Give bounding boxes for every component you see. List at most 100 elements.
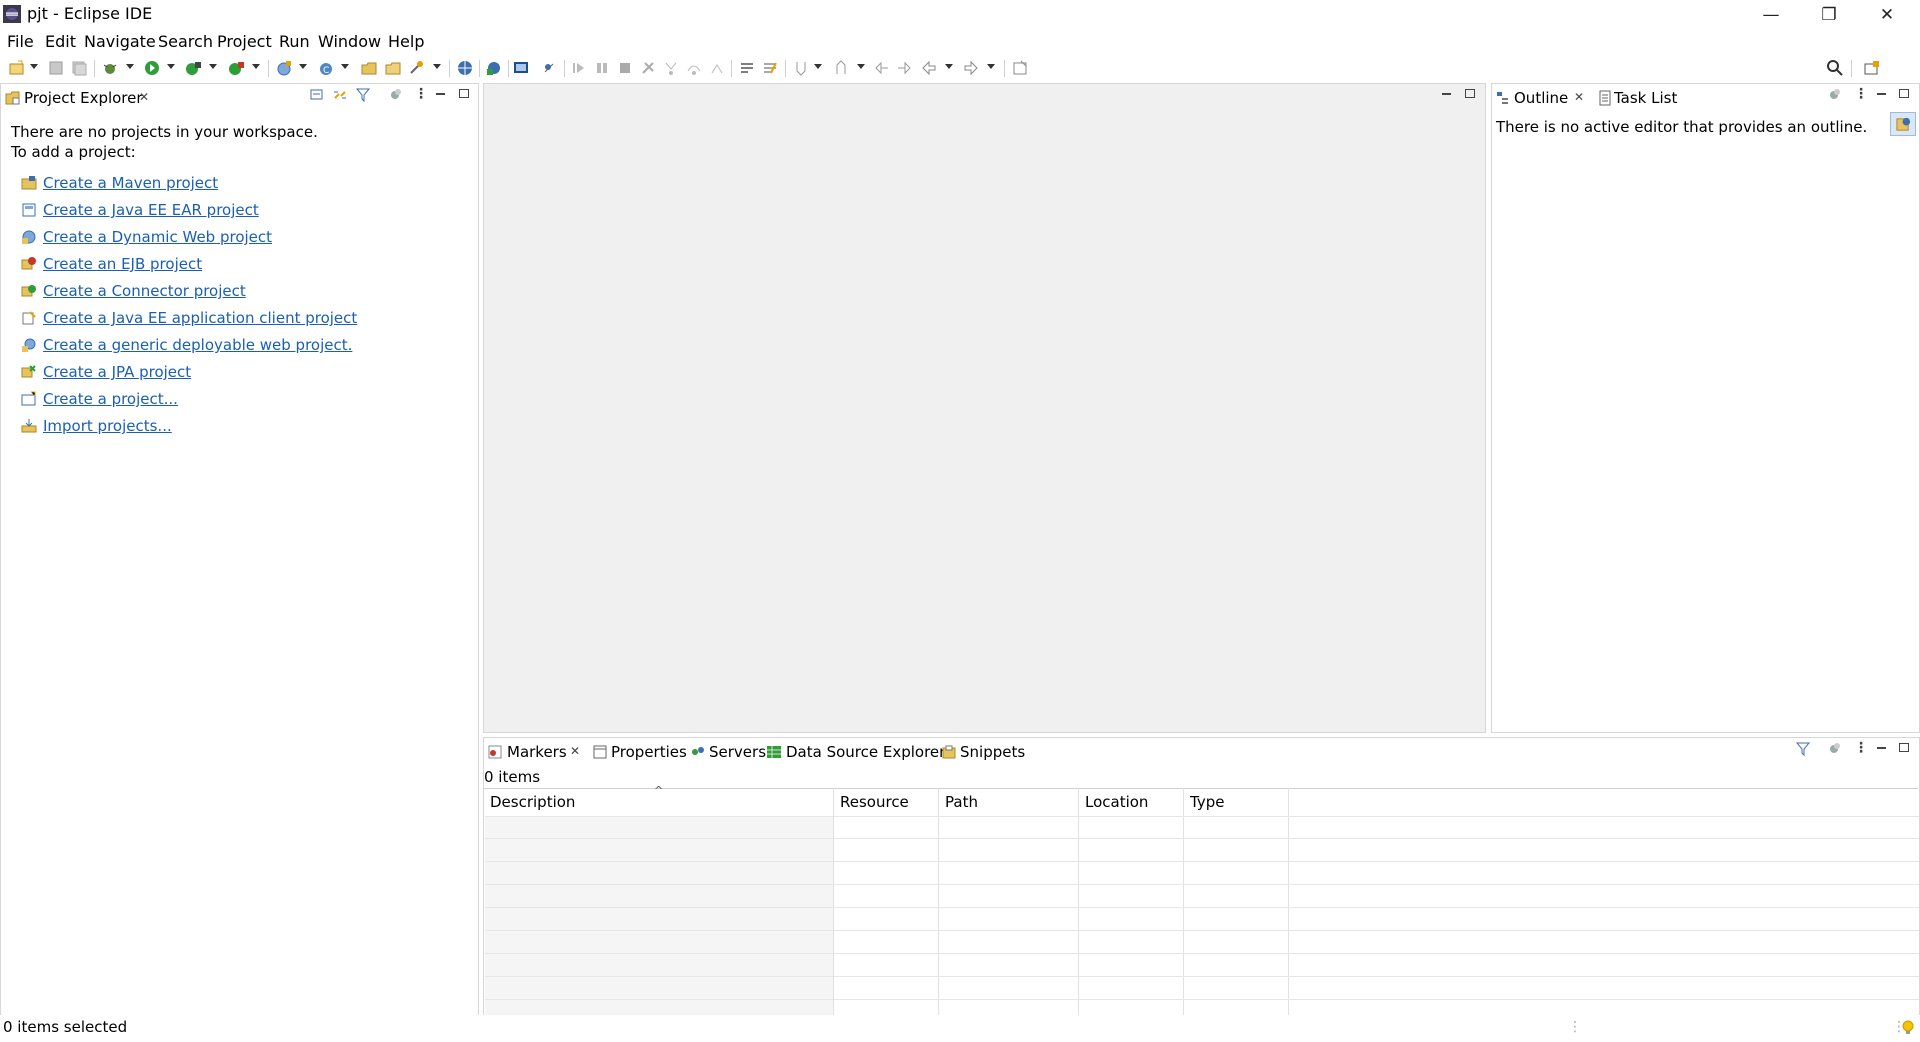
new-server-dropdown-icon[interactable] bbox=[299, 64, 307, 69]
menu-navigate[interactable]: Navigate bbox=[84, 32, 156, 52]
minimize-panel-icon[interactable] bbox=[436, 93, 445, 95]
view-menu-icon[interactable]: ⋮ bbox=[414, 86, 428, 102]
maximize-markers-icon[interactable] bbox=[1899, 743, 1909, 752]
close-project-explorer-icon[interactable]: ✕ bbox=[139, 90, 149, 104]
step-into-icon[interactable] bbox=[662, 59, 680, 77]
create-app-client-project-link[interactable]: Create a Java EE application client proj… bbox=[43, 308, 357, 328]
next-annotation-icon[interactable] bbox=[792, 59, 810, 77]
menu-search[interactable]: Search bbox=[158, 32, 213, 52]
search-tool-dropdown-icon[interactable] bbox=[433, 64, 441, 69]
back-icon[interactable] bbox=[920, 59, 938, 77]
coverage-icon[interactable] bbox=[184, 59, 202, 77]
tab-servers[interactable]: Servers bbox=[709, 742, 766, 762]
outline-view-menu-icon[interactable]: ⋮ bbox=[1854, 86, 1868, 102]
column-location[interactable]: Location bbox=[1085, 792, 1148, 812]
create-project-link[interactable]: Create a project... bbox=[43, 389, 178, 409]
restore-window-button[interactable]: ❐ bbox=[1801, 0, 1857, 30]
last-edit-location-icon[interactable] bbox=[873, 59, 891, 77]
minimize-window-button[interactable]: — bbox=[1743, 0, 1799, 30]
open-type-icon[interactable] bbox=[360, 59, 378, 77]
next-annotation-dropdown-icon[interactable] bbox=[814, 64, 822, 69]
minimize-editor-icon[interactable] bbox=[1442, 93, 1451, 95]
menu-project[interactable]: Project bbox=[217, 32, 272, 52]
search-icon[interactable] bbox=[1826, 59, 1844, 77]
forward-dropdown-icon[interactable] bbox=[987, 64, 995, 69]
resume-icon[interactable] bbox=[570, 59, 588, 77]
tab-markers[interactable]: Markers bbox=[507, 742, 567, 762]
web-services-icon[interactable] bbox=[485, 59, 503, 77]
toggle-mark-occurrences-icon[interactable] bbox=[761, 59, 779, 77]
tab-task-list[interactable]: Task List bbox=[1614, 88, 1677, 108]
maximize-panel-icon[interactable] bbox=[459, 89, 469, 98]
run-icon[interactable] bbox=[143, 59, 161, 77]
forward-edit-location-icon[interactable] bbox=[895, 59, 913, 77]
menu-file[interactable]: File bbox=[7, 32, 34, 52]
markers-view-menu-icon[interactable]: ⋮ bbox=[1854, 740, 1868, 756]
debug-icon[interactable] bbox=[101, 59, 119, 77]
create-maven-project-link[interactable]: Create a Maven project bbox=[43, 173, 218, 193]
new-server-icon[interactable] bbox=[275, 59, 293, 77]
skip-breakpoints-icon[interactable] bbox=[540, 59, 558, 77]
new-java-class-dropdown-icon[interactable] bbox=[341, 64, 349, 69]
markers-filter-icon[interactable] bbox=[1795, 741, 1811, 757]
open-web-browser-icon[interactable] bbox=[456, 59, 474, 77]
menu-window[interactable]: Window bbox=[318, 32, 381, 52]
create-generic-web-project-link[interactable]: Create a generic deployable web project. bbox=[43, 335, 352, 355]
previous-annotation-icon[interactable] bbox=[832, 59, 850, 77]
menu-edit[interactable]: Edit bbox=[45, 32, 76, 52]
search-tool-icon[interactable] bbox=[408, 59, 426, 77]
external-tools-dropdown-icon[interactable] bbox=[252, 64, 260, 69]
new-icon[interactable] bbox=[8, 59, 26, 77]
maximize-outline-icon[interactable] bbox=[1899, 89, 1909, 98]
tab-properties[interactable]: Properties bbox=[611, 742, 687, 762]
markers-focus-icon[interactable] bbox=[1826, 741, 1842, 757]
suspend-icon[interactable] bbox=[593, 59, 611, 77]
back-dropdown-icon[interactable] bbox=[945, 64, 953, 69]
create-jpa-project-link[interactable]: Create a JPA project bbox=[43, 362, 191, 382]
pin-editor-icon[interactable] bbox=[1011, 59, 1029, 77]
minimize-outline-icon[interactable] bbox=[1877, 93, 1886, 95]
step-return-icon[interactable] bbox=[708, 59, 726, 77]
maximize-editor-icon[interactable] bbox=[1465, 89, 1475, 98]
save-icon[interactable] bbox=[47, 59, 65, 77]
close-outline-icon[interactable]: ✕ bbox=[1574, 90, 1584, 104]
debug-dropdown-icon[interactable] bbox=[126, 64, 134, 69]
menu-run[interactable]: Run bbox=[279, 32, 310, 52]
minimize-markers-icon[interactable] bbox=[1877, 747, 1886, 749]
focus-on-active-task-icon[interactable] bbox=[387, 87, 403, 103]
tab-project-explorer[interactable]: Project Explorer bbox=[24, 88, 143, 108]
import-projects-link[interactable]: Import projects... bbox=[43, 416, 172, 436]
new-java-class-icon[interactable]: C bbox=[317, 59, 335, 77]
step-over-icon[interactable] bbox=[685, 59, 703, 77]
open-perspective-icon[interactable] bbox=[1863, 59, 1881, 77]
forward-icon[interactable] bbox=[962, 59, 980, 77]
column-path[interactable]: Path bbox=[945, 792, 978, 812]
tab-outline[interactable]: Outline bbox=[1514, 88, 1568, 108]
column-type[interactable]: Type bbox=[1190, 792, 1224, 812]
terminate-icon[interactable] bbox=[616, 59, 634, 77]
terminal-icon[interactable] bbox=[512, 59, 530, 77]
new-dropdown-icon[interactable] bbox=[30, 64, 38, 69]
previous-annotation-dropdown-icon[interactable] bbox=[857, 64, 865, 69]
tip-lightbulb-icon[interactable] bbox=[1901, 1020, 1915, 1036]
disconnect-icon[interactable] bbox=[639, 59, 657, 77]
outline-focus-icon[interactable] bbox=[1826, 87, 1842, 103]
coverage-dropdown-icon[interactable] bbox=[209, 64, 217, 69]
run-dropdown-icon[interactable] bbox=[167, 64, 175, 69]
create-ear-project-link[interactable]: Create a Java EE EAR project bbox=[43, 200, 259, 220]
filter-icon[interactable] bbox=[355, 87, 371, 103]
close-markers-icon[interactable]: ✕ bbox=[570, 744, 580, 758]
column-description[interactable]: Description bbox=[490, 792, 575, 812]
create-dynamic-web-project-link[interactable]: Create a Dynamic Web project bbox=[43, 227, 272, 247]
save-all-icon[interactable] bbox=[70, 59, 88, 77]
open-task-icon[interactable] bbox=[384, 59, 402, 77]
close-window-button[interactable]: ✕ bbox=[1859, 0, 1915, 30]
tab-data-source-explorer[interactable]: Data Source Explorer bbox=[786, 742, 945, 762]
collapse-all-icon[interactable] bbox=[309, 87, 325, 103]
create-connector-project-link[interactable]: Create a Connector project bbox=[43, 281, 246, 301]
column-resource[interactable]: Resource bbox=[840, 792, 909, 812]
external-tools-icon[interactable] bbox=[227, 59, 245, 77]
create-ejb-project-link[interactable]: Create an EJB project bbox=[43, 254, 202, 274]
toggle-word-wrap-icon[interactable] bbox=[738, 59, 756, 77]
link-with-editor-icon[interactable] bbox=[332, 87, 348, 103]
